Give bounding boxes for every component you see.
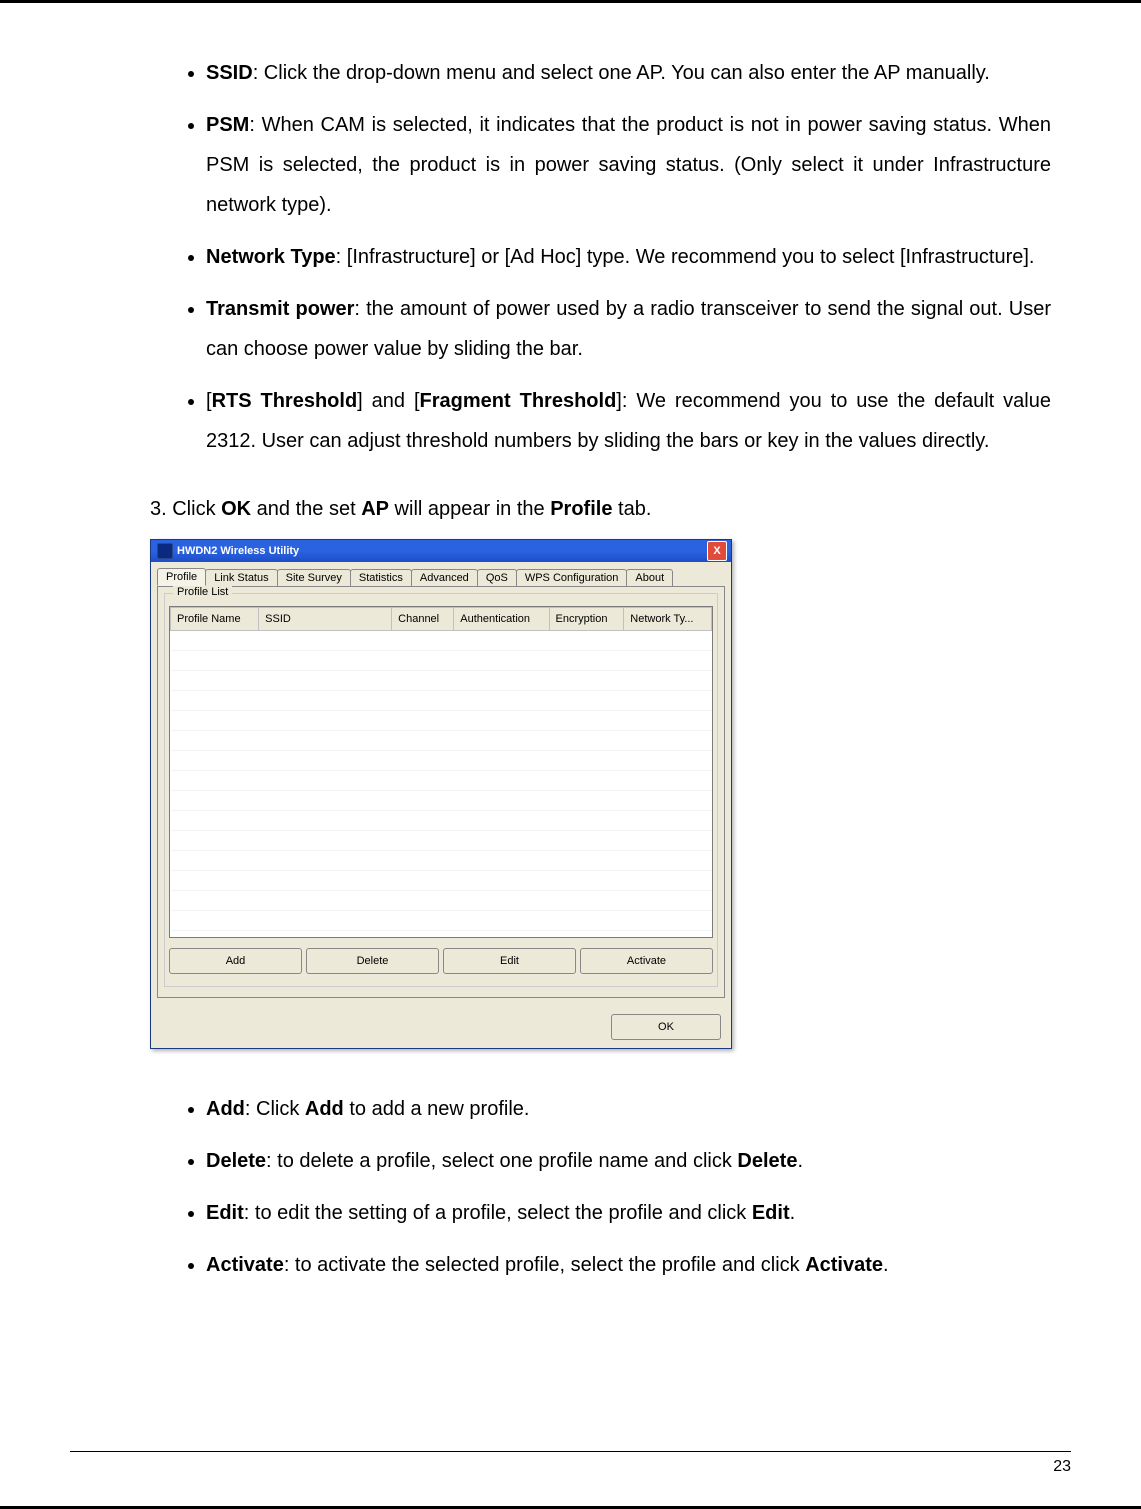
text: : Click <box>245 1098 305 1120</box>
table-row[interactable] <box>171 891 712 911</box>
table-row[interactable] <box>171 911 712 931</box>
term: SSID <box>206 62 253 84</box>
tab-strip: Profile Link Status Site Survey Statisti… <box>151 562 731 586</box>
bullet-threshold: [RTS Threshold] and [Fragment Threshold]… <box>206 381 1051 461</box>
col-ssid[interactable]: SSID <box>259 608 392 631</box>
add-button[interactable]: Add <box>169 948 302 974</box>
bullet-ssid: SSID: Click the drop-down menu and selec… <box>206 53 1051 93</box>
tab-advanced[interactable]: Advanced <box>411 569 478 586</box>
groupbox-title: Profile List <box>173 586 232 598</box>
profile-list-groupbox: Profile List Profile Name SSID Channel A… <box>164 593 718 987</box>
text: : When CAM is selected, it indicates tha… <box>206 114 1051 216</box>
term: Edit <box>206 1202 244 1224</box>
col-channel[interactable]: Channel <box>392 608 454 631</box>
page-footer: 23 <box>70 1451 1071 1476</box>
text: 3. Click <box>150 498 221 520</box>
term: Delete <box>206 1150 266 1172</box>
profile-buttons: Add Delete Edit Activate <box>169 946 713 978</box>
activate-button[interactable]: Activate <box>580 948 713 974</box>
titlebar[interactable]: HWDN2 Wireless Utility X <box>151 540 731 562</box>
tab-wps-config[interactable]: WPS Configuration <box>516 569 628 586</box>
text: and the set <box>251 498 361 520</box>
term: RTS Threshold <box>212 390 358 412</box>
table-row[interactable] <box>171 771 712 791</box>
col-authentication[interactable]: Authentication <box>454 608 549 631</box>
table-row[interactable] <box>171 791 712 811</box>
table-row[interactable] <box>171 711 712 731</box>
bullet-activate: Activate: to activate the selected profi… <box>206 1245 1051 1285</box>
window-title: HWDN2 Wireless Utility <box>177 545 707 557</box>
content-area: SSID: Click the drop-down menu and selec… <box>70 13 1071 1285</box>
tab-link-status[interactable]: Link Status <box>205 569 277 586</box>
term: Activate <box>206 1254 284 1276</box>
text: : to activate the selected profile, sele… <box>284 1254 805 1276</box>
wireless-utility-window: HWDN2 Wireless Utility X Profile Link St… <box>150 539 732 1049</box>
table-row[interactable] <box>171 651 712 671</box>
table-header-row: Profile Name SSID Channel Authentication… <box>171 608 712 631</box>
table-row[interactable] <box>171 731 712 751</box>
tab-site-survey[interactable]: Site Survey <box>277 569 351 586</box>
ok-button[interactable]: OK <box>611 1014 721 1040</box>
bullet-edit: Edit: to edit the setting of a profile, … <box>206 1193 1051 1233</box>
term: Profile <box>550 498 612 520</box>
text: . <box>883 1254 889 1276</box>
term: AP <box>361 498 389 520</box>
term: PSM <box>206 114 249 136</box>
table-row[interactable] <box>171 851 712 871</box>
term: Network Type <box>206 246 336 268</box>
delete-button[interactable]: Delete <box>306 948 439 974</box>
text: : [Infrastructure] or [Ad Hoc] type. We … <box>336 246 1035 268</box>
text: . <box>790 1202 796 1224</box>
term: Fragment Threshold <box>420 390 617 412</box>
col-profile-name[interactable]: Profile Name <box>171 608 259 631</box>
tab-profile[interactable]: Profile <box>157 568 206 586</box>
bullet-psm: PSM: When CAM is selected, it indicates … <box>206 105 1051 225</box>
text: . <box>797 1150 803 1172</box>
page: SSID: Click the drop-down menu and selec… <box>0 0 1141 1509</box>
table-row[interactable] <box>171 691 712 711</box>
table-row[interactable] <box>171 751 712 771</box>
app-icon <box>157 543 173 559</box>
bullet-list-a: SSID: Click the drop-down menu and selec… <box>150 53 1051 461</box>
table-row[interactable] <box>171 811 712 831</box>
text: : to delete a profile, select one profil… <box>266 1150 737 1172</box>
term: Delete <box>737 1150 797 1172</box>
text: : Click the drop-down menu and select on… <box>253 62 990 84</box>
bullet-delete: Delete: to delete a profile, select one … <box>206 1141 1051 1181</box>
term: Transmit power <box>206 298 354 320</box>
text: will appear in the <box>389 498 550 520</box>
term: Add <box>206 1098 245 1120</box>
step-3: 3. Click OK and the set AP will appear i… <box>150 489 1051 529</box>
text: : to edit the setting of a profile, sele… <box>244 1202 752 1224</box>
text: ] and [ <box>357 390 419 412</box>
tab-qos[interactable]: QoS <box>477 569 517 586</box>
bullet-list-b: Add: Click Add to add a new profile. Del… <box>150 1089 1051 1285</box>
profile-list-view[interactable]: Profile Name SSID Channel Authentication… <box>169 606 713 938</box>
close-icon[interactable]: X <box>707 541 727 561</box>
term: Activate <box>805 1254 883 1276</box>
col-network-type[interactable]: Network Ty... <box>624 608 712 631</box>
term: OK <box>221 498 251 520</box>
table-row[interactable] <box>171 671 712 691</box>
edit-button[interactable]: Edit <box>443 948 576 974</box>
col-encryption[interactable]: Encryption <box>549 608 624 631</box>
tab-statistics[interactable]: Statistics <box>350 569 412 586</box>
term: Edit <box>752 1202 790 1224</box>
table-row[interactable] <box>171 871 712 891</box>
text: to add a new profile. <box>344 1098 530 1120</box>
bullet-network-type: Network Type: [Infrastructure] or [Ad Ho… <box>206 237 1051 277</box>
profile-table: Profile Name SSID Channel Authentication… <box>170 607 712 931</box>
table-row[interactable] <box>171 831 712 851</box>
table-row[interactable] <box>171 631 712 651</box>
tab-body: Profile List Profile Name SSID Channel A… <box>157 586 725 998</box>
bullet-transmit-power: Transmit power: the amount of power used… <box>206 289 1051 369</box>
bullet-add: Add: Click Add to add a new profile. <box>206 1089 1051 1129</box>
text: tab. <box>612 498 651 520</box>
ok-row: OK <box>151 1004 731 1048</box>
term: Add <box>305 1098 344 1120</box>
tab-about[interactable]: About <box>626 569 673 586</box>
page-number: 23 <box>1053 1458 1071 1475</box>
